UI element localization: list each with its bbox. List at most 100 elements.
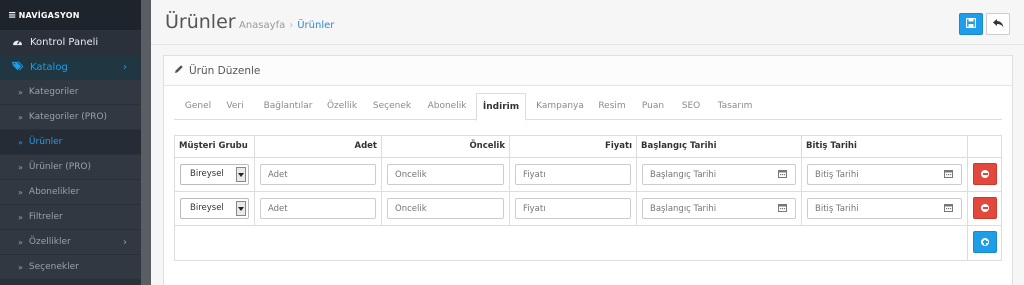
tab-subscription[interactable]: Abonelik <box>422 93 472 120</box>
start-date-input[interactable] <box>642 164 796 185</box>
sidebar-item-dashboard[interactable]: Kontrol Paneli <box>0 30 141 55</box>
discount-table: Müşteri Grubu Adet Öncelik Fiyatı Başlan… <box>174 135 1002 261</box>
double-chevron-icon: » <box>18 162 23 172</box>
tab-general[interactable]: Genel <box>180 93 216 120</box>
cell-priority <box>381 158 509 191</box>
sidebar-item-filters[interactable]: » Filtreler <box>0 205 141 230</box>
sidebar-item-products-pro[interactable]: » Ürünler (PRO) <box>0 155 141 180</box>
minus-circle-icon <box>981 204 989 212</box>
tab-bar: Genel Veri Bağlantılar Özellik Seçenek A… <box>174 93 1002 121</box>
sidebar: ≡ NAVİGASYON Kontrol Paneli Katalog › » … <box>0 0 141 285</box>
cell-price <box>509 158 636 191</box>
end-date-input[interactable] <box>807 198 962 219</box>
sidebar-item-subscriptions[interactable]: » Abonelikler <box>0 180 141 205</box>
save-button[interactable] <box>959 13 983 35</box>
table-footer-row <box>175 226 1001 260</box>
double-chevron-icon: » <box>18 137 23 147</box>
calendar-icon[interactable] <box>778 169 787 181</box>
back-button[interactable] <box>986 13 1010 35</box>
breadcrumb: Anasayfa › Ürünler <box>239 20 334 31</box>
save-icon <box>965 17 977 31</box>
tab-discount[interactable]: İndirim <box>476 93 526 121</box>
header-price: Fiyatı <box>509 136 636 157</box>
sidebar-item-categories-pro[interactable]: » Kategoriler (PRO) <box>0 105 141 130</box>
sidebar-item-label: Özellikler <box>28 237 71 247</box>
table-row: Bireysel <box>175 192 1001 226</box>
start-date-input[interactable] <box>642 198 796 219</box>
cell-price <box>509 192 636 225</box>
tab-seo[interactable]: SEO <box>676 93 706 120</box>
cell-end-date <box>801 192 967 225</box>
end-date-input[interactable] <box>807 164 962 185</box>
main-content: Ürünler Anasayfa › Ürünler Ürün Düzenle Ge… <box>151 0 1024 285</box>
sidebar-item-options[interactable]: » Seçenekler <box>0 255 141 280</box>
tab-campaign[interactable]: Kampanya <box>534 93 586 120</box>
sidebar-item-label: Kontrol Paneli <box>30 37 99 48</box>
dashboard-icon <box>12 37 24 49</box>
header-divider <box>151 44 1024 45</box>
breadcrumb-current[interactable]: Ürünler <box>297 20 334 31</box>
menu-icon[interactable]: ≡ <box>8 10 17 21</box>
sidebar-item-label: Filtreler <box>28 212 63 222</box>
breadcrumb-home[interactable]: Anasayfa <box>239 20 285 31</box>
remove-row-button[interactable] <box>973 163 997 185</box>
quantity-input[interactable] <box>260 164 376 185</box>
customer-group-value: Bireysel <box>190 169 224 179</box>
tags-icon <box>12 61 24 74</box>
tab-option[interactable]: Seçenek <box>370 93 414 120</box>
sidebar-item-label: Kategoriler (PRO) <box>28 112 108 122</box>
header-start-date: Başlangıç Tarihi <box>636 136 801 157</box>
navigation-title: NAVİGASYON <box>18 10 80 20</box>
cell-actions <box>967 158 1002 191</box>
cell-group: Bireysel <box>175 192 254 225</box>
double-chevron-icon: » <box>18 212 23 222</box>
cell-quantity <box>254 192 381 225</box>
price-input[interactable] <box>515 198 631 219</box>
calendar-icon[interactable] <box>778 203 787 215</box>
minus-circle-icon <box>981 170 989 178</box>
footer-empty-cell <box>175 226 967 260</box>
sidebar-item-categories[interactable]: » Kategoriler <box>0 80 141 105</box>
customer-group-select[interactable]: Bireysel <box>180 164 249 185</box>
tab-design[interactable]: Tasarım <box>712 93 758 120</box>
panel-title: Ürün Düzenle <box>189 64 261 77</box>
sidebar-item-label: Katalog <box>30 62 68 73</box>
quantity-input[interactable] <box>260 198 376 219</box>
priority-input[interactable] <box>387 198 504 219</box>
tab-links[interactable]: Bağlantılar <box>258 93 318 120</box>
sidebar-item-catalog[interactable]: Katalog › <box>0 55 141 80</box>
calendar-icon[interactable] <box>944 203 953 215</box>
sidebar-item-attributes[interactable]: » Özellikler › <box>0 230 141 255</box>
sidebar-item-label: Ürünler (PRO) <box>28 162 91 172</box>
header-end-date: Bitiş Tarihi <box>801 136 967 157</box>
pencil-icon <box>174 64 184 77</box>
tab-image[interactable]: Resim <box>594 93 630 120</box>
cell-start-date <box>636 192 801 225</box>
cell-end-date <box>801 158 967 191</box>
header-actions <box>967 136 1002 157</box>
cell-add <box>967 226 1002 260</box>
priority-input[interactable] <box>387 164 504 185</box>
header-priority: Öncelik <box>381 136 509 157</box>
chevron-right-icon: › <box>123 62 127 73</box>
customer-group-select[interactable]: Bireysel <box>180 198 249 219</box>
double-chevron-icon: » <box>18 237 23 247</box>
price-input[interactable] <box>515 164 631 185</box>
table-row: Bireysel <box>175 158 1001 192</box>
header-customer-group: Müşteri Grubu <box>179 141 248 151</box>
dropdown-arrow-icon <box>236 167 246 182</box>
panel-header: Ürün Düzenle <box>164 56 1012 86</box>
sidebar-item-products[interactable]: » Ürünler <box>0 130 141 155</box>
add-discount-button[interactable] <box>973 231 997 253</box>
double-chevron-icon: » <box>18 262 23 272</box>
tab-data[interactable]: Veri <box>220 93 250 120</box>
edit-panel: Ürün Düzenle Genel Veri Bağlantılar Özel… <box>163 55 1013 285</box>
sidebar-item-label: Seçenekler <box>28 262 79 272</box>
cell-actions <box>967 192 1002 225</box>
tab-attribute[interactable]: Özellik <box>322 93 362 120</box>
header-quantity: Adet <box>254 136 381 157</box>
calendar-icon[interactable] <box>944 169 953 181</box>
tab-points[interactable]: Puan <box>636 93 670 120</box>
plus-circle-icon <box>981 238 989 246</box>
remove-row-button[interactable] <box>973 197 997 219</box>
